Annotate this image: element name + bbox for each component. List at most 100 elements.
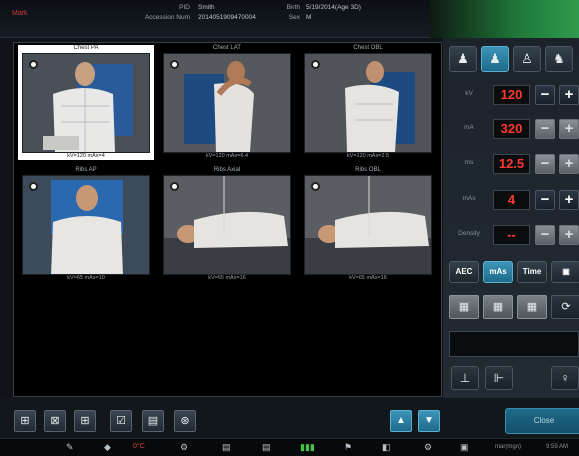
xray-preview-image <box>22 175 150 275</box>
tube-icon[interactable]: ⚙ <box>180 442 188 453</box>
thumbnail-params: kV=65 mAs=10 <box>67 275 105 281</box>
signal-strength-icon: ▮▮▮ <box>300 442 315 452</box>
ma-value[interactable]: 320 <box>493 119 530 139</box>
param-row-mas: mAs 4 − + <box>443 189 579 211</box>
lamp-icon[interactable]: ♀ <box>551 366 579 390</box>
param-row-density: Density -- − + <box>443 224 579 246</box>
system-taskbar: ✎ ◆ 0°C ⚙ ▤ ▤ ▮▮▮ ⚑ ◧ ⚙ ▣ mar(mgn) 9:59 … <box>0 438 579 456</box>
exposure-control-panel: ♟ ♟ ♙ ♞ kV 120 − + mA 320 − + ms 12.5 − … <box>443 38 579 398</box>
rotate-icon[interactable]: ⟳ <box>551 295 579 319</box>
scroll-up-button[interactable]: ▲ <box>390 410 412 432</box>
seated-person-icon[interactable]: ♞ <box>545 46 573 72</box>
sex-label: Sex <box>288 14 300 21</box>
flag-icon[interactable]: ⚑ <box>344 442 352 453</box>
time-mode-button[interactable]: Time <box>517 261 547 283</box>
thumbnail-params: kV=120 mAs=2.5 <box>346 153 390 159</box>
ms-increase-button[interactable]: + <box>559 154 579 174</box>
temperature-readout: 0°C <box>133 443 145 450</box>
header-accent-bar <box>430 0 579 38</box>
table-icon[interactable]: ⊥ <box>451 366 479 390</box>
pid-label: PID <box>179 4 190 11</box>
thumbnail-chest-obl[interactable]: Chest OBL kV=120 mAs=2.5 <box>300 45 436 160</box>
xray-preview-image <box>163 53 291 153</box>
thumbnail-params: kV=65 mAs=16 <box>349 275 387 281</box>
ma-decrease-button[interactable]: − <box>535 119 555 139</box>
thumbnail-params: kV=120 mAs=6.4 <box>205 153 249 159</box>
standing-person-icon[interactable]: ♟ <box>449 46 477 72</box>
thumbnail-chest-lat[interactable]: Chest LAT kV=120 mAs=6.4 <box>159 45 295 160</box>
thumbnail-title: Chest PA <box>73 45 99 51</box>
grid-icon[interactable]: ▦ <box>483 295 513 319</box>
thumbnail-ribs-ap[interactable]: Ribs AP kV=65 mAs=10 <box>18 167 154 282</box>
ms-value[interactable]: 12.5 <box>493 154 530 174</box>
detector-icon[interactable]: ▤ <box>222 442 231 453</box>
clock: 9:59 AM <box>546 444 569 450</box>
select-radio-icon <box>311 182 320 191</box>
thumbnail-title: Chest LAT <box>213 45 241 51</box>
generator-icon[interactable]: ◆ <box>104 442 111 453</box>
filter-icon[interactable]: ▦ <box>517 295 547 319</box>
protocol-thumbnail-grid: Chest PA kV=120 mAs=4 Chest LAT kV=120 m… <box>13 42 442 397</box>
thumbnail-ribs-obl[interactable]: Ribs OBL kV=65 mAs=16 <box>300 167 436 282</box>
density-decrease-button[interactable]: − <box>535 225 555 245</box>
thumbnail-params: kV=65 mAs=16 <box>208 275 246 281</box>
thumbnail-chest-pa[interactable]: Chest PA kV=120 mAs=4 <box>18 45 154 160</box>
settings-icon[interactable]: ⚙ <box>424 442 432 453</box>
pid-value: Smith <box>198 4 215 11</box>
add-view-icon[interactable]: ⊞ <box>74 410 96 432</box>
ma-increase-button[interactable]: + <box>559 119 579 139</box>
density-increase-button[interactable]: + <box>559 225 579 245</box>
thumbnail-title: Ribs OBL <box>355 167 381 173</box>
param-label: mAs <box>462 195 476 202</box>
mas-increase-button[interactable]: + <box>559 190 579 210</box>
select-radio-icon <box>29 60 38 69</box>
thumbnail-params: kV=120 mAs=4 <box>67 153 105 159</box>
kv-decrease-button[interactable]: − <box>535 85 555 105</box>
thumbnail-title: Ribs Axial <box>213 167 241 173</box>
detector2-icon[interactable]: ▤ <box>262 442 271 453</box>
select-radio-icon <box>170 182 179 191</box>
patient-name: Mark <box>12 10 28 17</box>
mas-value[interactable]: 4 <box>493 190 530 210</box>
param-label: kV <box>465 90 473 97</box>
bottom-toolbar: ⊞ ⊠ ⊞ ☑ ▤ ⊛ ▲ ▼ Close <box>0 398 579 438</box>
standing-person-active-icon[interactable]: ♟ <box>481 46 509 72</box>
thumbnail-ribs-axial[interactable]: Ribs Axial kV=65 mAs=16 <box>159 167 295 282</box>
sex-value: M <box>306 14 312 21</box>
param-row-ms: ms 12.5 − + <box>443 153 579 175</box>
kv-value[interactable]: 120 <box>493 85 530 105</box>
mas-mode-button[interactable]: mAs <box>483 261 513 283</box>
density-value[interactable]: -- <box>493 225 530 245</box>
patient-header: Mark PID Smith Accession Num 20140519094… <box>0 0 579 38</box>
scroll-down-button[interactable]: ▼ <box>418 410 440 432</box>
save-icon[interactable]: ▤ <box>142 410 164 432</box>
thumbnail-title: Ribs AP <box>75 167 97 173</box>
xray-preview-image <box>304 175 432 275</box>
xray-preview-image <box>304 53 432 153</box>
square-icon[interactable]: ▣ <box>551 261 579 283</box>
monitor-icon[interactable]: ▣ <box>460 442 469 453</box>
param-label: mA <box>464 124 474 131</box>
side-person-icon[interactable]: ♙ <box>513 46 541 72</box>
mas-decrease-button[interactable]: − <box>535 190 555 210</box>
checklist-icon[interactable]: ☑ <box>110 410 132 432</box>
network-icon[interactable]: ✎ <box>66 442 74 453</box>
param-row-kv: kV 120 − + <box>443 84 579 106</box>
close-button[interactable]: Close <box>505 408 579 434</box>
param-label: ms <box>464 159 474 166</box>
select-radio-icon <box>170 60 179 69</box>
select-radio-icon <box>311 60 320 69</box>
wall-stand-icon[interactable]: ⊩ <box>485 366 513 390</box>
param-label: Density <box>458 230 480 237</box>
logged-in-user: mar(mgn) <box>495 444 522 450</box>
status-message-box <box>449 331 579 357</box>
xray-preview-image <box>163 175 291 275</box>
add-study-icon[interactable]: ⊞ <box>14 410 36 432</box>
aec-mode-button[interactable]: AEC <box>449 261 479 283</box>
collimator-icon[interactable]: ▦ <box>449 295 479 319</box>
kv-increase-button[interactable]: + <box>559 85 579 105</box>
search-icon[interactable]: ⊛ <box>174 410 196 432</box>
accession-label: Accession Num <box>144 14 190 21</box>
delete-study-icon[interactable]: ⊠ <box>44 410 66 432</box>
ms-decrease-button[interactable]: − <box>535 154 555 174</box>
